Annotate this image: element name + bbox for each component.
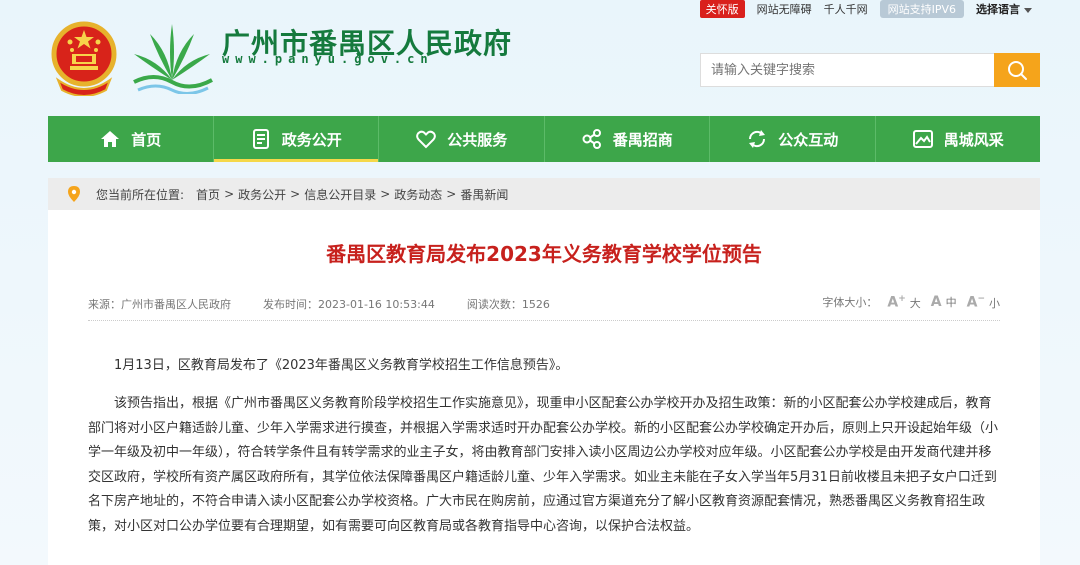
ipv6-badge: 网站支持IPV6 [879,0,964,18]
chevron-down-icon [1024,7,1032,13]
nav-item-label: 番禺招商 [612,130,673,149]
nav-item-label: 政务公开 [281,130,342,149]
article-paragraph: 该预告指出，根据《广州市番禺区义务教育阶段学校招生工作实施意见》，现重申小区配套… [88,396,999,534]
top-utility-bar: 关怀版 网站无障碍 千人千网 网站支持IPV6 选择语言 [699,0,1032,18]
article-title: 番禺区教育局发布2023年义务教育学校学位预告 [326,242,762,266]
meta-divider [88,320,1000,321]
personal-portal-link[interactable]: 千人千网 [824,1,868,17]
care-mode-button[interactable]: 关怀版 [699,0,745,18]
font-decrease-icon: A− [966,294,985,311]
breadcrumb-gov-affairs[interactable]: 政务公开 [238,186,286,203]
search-button[interactable] [994,53,1040,87]
language-selector[interactable]: 选择语言 [976,1,1032,17]
search-box [700,53,1040,87]
image-icon [912,130,933,148]
font-size-medium-button[interactable]: A中 [931,294,957,310]
font-size-label: 字体大小： [822,296,878,310]
search-icon [1008,61,1027,80]
home-icon [101,131,120,147]
main-nav: 首页 政务公开 公共服务 番禺招商 公众互动 禺城风采 [48,116,1040,162]
national-emblem-icon [51,21,117,96]
language-label: 选择语言 [976,3,1020,16]
nav-item-interaction[interactable]: 公众互动 [710,116,876,162]
article-view-count: 阅读次数：1526 [466,298,550,311]
accessibility-link[interactable]: 网站无障碍 [757,1,812,17]
breadcrumb-prefix: 您当前所在位置: [96,187,185,202]
article-source: 来源：广州市番禺区人民政府 [88,298,231,311]
nav-item-label: 禺城风采 [943,130,1004,149]
nav-item-label: 首页 [131,130,162,149]
article-paragraph: 1月13日，区教育局发布了《2023年番禺区义务教育学校招生工作信息预告》。 [114,358,569,373]
heart-icon [416,130,437,149]
font-size-large-button[interactable]: A+ 大 [887,294,920,311]
content-panel: 您当前所在位置: 首页 > 政务公开 > 信息公开目录 > 政务动态 > 番禺新… [48,178,1040,565]
location-pin-icon [68,186,80,202]
font-size-small-button[interactable]: A− 小 [967,294,1000,311]
nav-item-public-service[interactable]: 公共服务 [379,116,545,162]
nav-item-home[interactable]: 首页 [48,116,214,162]
breadcrumb-home[interactable]: 首页 [196,186,220,203]
font-size-controls: 字体大小： A+ 大 A中 A− 小 [822,294,1000,311]
font-increase-icon: A+ [887,294,906,311]
font-normal-icon: A [930,294,942,311]
breadcrumb: 您当前所在位置: 首页 > 政务公开 > 信息公开目录 > 政务动态 > 番禺新… [48,178,1040,210]
nav-item-label: 公众互动 [778,130,839,149]
breadcrumb-gov-news[interactable]: 政务动态 [394,186,442,203]
article-meta: 来源：广州市番禺区人民政府 发布时间：2023-01-16 10:53:44 阅… [88,296,550,312]
refresh-icon [749,130,766,148]
document-icon [252,129,269,149]
article-publish-time: 发布时间：2023-01-16 10:53:44 [263,298,435,311]
breadcrumb-panyu-news[interactable]: 番禺新闻 [460,186,508,203]
search-input[interactable] [700,53,994,87]
site-url: www.panyu.gov.cn [222,52,434,66]
panyu-logo-icon [133,24,213,94]
nav-item-gov-affairs[interactable]: 政务公开 [213,116,379,162]
breadcrumb-catalog[interactable]: 信息公开目录 [304,186,376,203]
nav-item-investment[interactable]: 番禺招商 [545,116,710,162]
network-icon [582,129,601,149]
nav-item-scenery[interactable]: 禺城风采 [876,116,1041,162]
nav-item-label: 公共服务 [447,130,508,149]
